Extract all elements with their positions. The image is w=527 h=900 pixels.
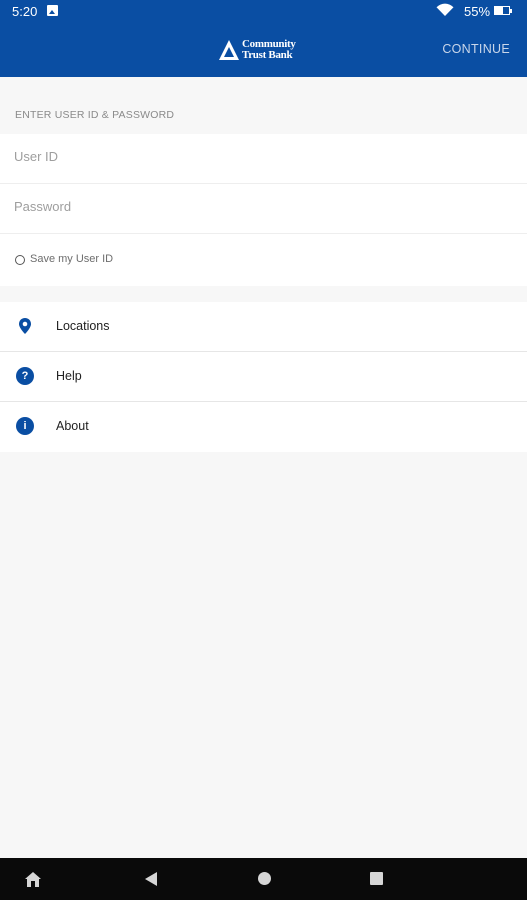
login-section-label: ENTER USER ID & PASSWORD	[15, 109, 175, 121]
home-circle-icon[interactable]	[258, 872, 271, 885]
save-user-id-row[interactable]: Save my User ID	[0, 234, 527, 286]
back-icon[interactable]	[145, 872, 157, 886]
wifi-icon	[436, 3, 454, 17]
status-time: 5:20	[12, 4, 38, 19]
menu-item-label: About	[56, 419, 89, 433]
menu-item-about[interactable]: i About	[0, 402, 527, 452]
image-icon	[47, 5, 58, 16]
menu-list: Locations ? Help i About	[0, 302, 527, 452]
bank-logo: Community Trust Bank	[218, 37, 310, 63]
user-id-input[interactable]	[14, 149, 504, 164]
recents-icon[interactable]	[370, 872, 383, 885]
save-user-id-label: Save my User ID	[30, 253, 114, 265]
system-nav-bar	[0, 858, 527, 900]
save-user-id-radio[interactable]	[15, 255, 25, 265]
help-icon: ?	[16, 367, 34, 385]
status-bar: 5:20 55%	[0, 0, 527, 22]
menu-item-label: Help	[56, 369, 82, 383]
info-icon: i	[16, 417, 34, 435]
login-card: Save my User ID	[0, 134, 527, 286]
menu-item-label: Locations	[56, 319, 110, 333]
password-input[interactable]	[14, 199, 504, 214]
home-icon[interactable]	[24, 871, 42, 888]
location-pin-icon	[19, 318, 31, 334]
app-bar: Community Trust Bank CONTINUE	[0, 22, 527, 77]
continue-button[interactable]: CONTINUE	[442, 42, 510, 56]
menu-item-help[interactable]: ? Help	[0, 352, 527, 402]
battery-percent: 55%	[464, 4, 491, 19]
menu-item-locations[interactable]: Locations	[0, 302, 527, 352]
logo-mark-icon	[219, 40, 239, 60]
battery-icon	[494, 6, 512, 15]
user-id-row	[0, 134, 527, 184]
logo-text-line2: Trust Bank	[242, 49, 293, 61]
password-row	[0, 184, 527, 234]
